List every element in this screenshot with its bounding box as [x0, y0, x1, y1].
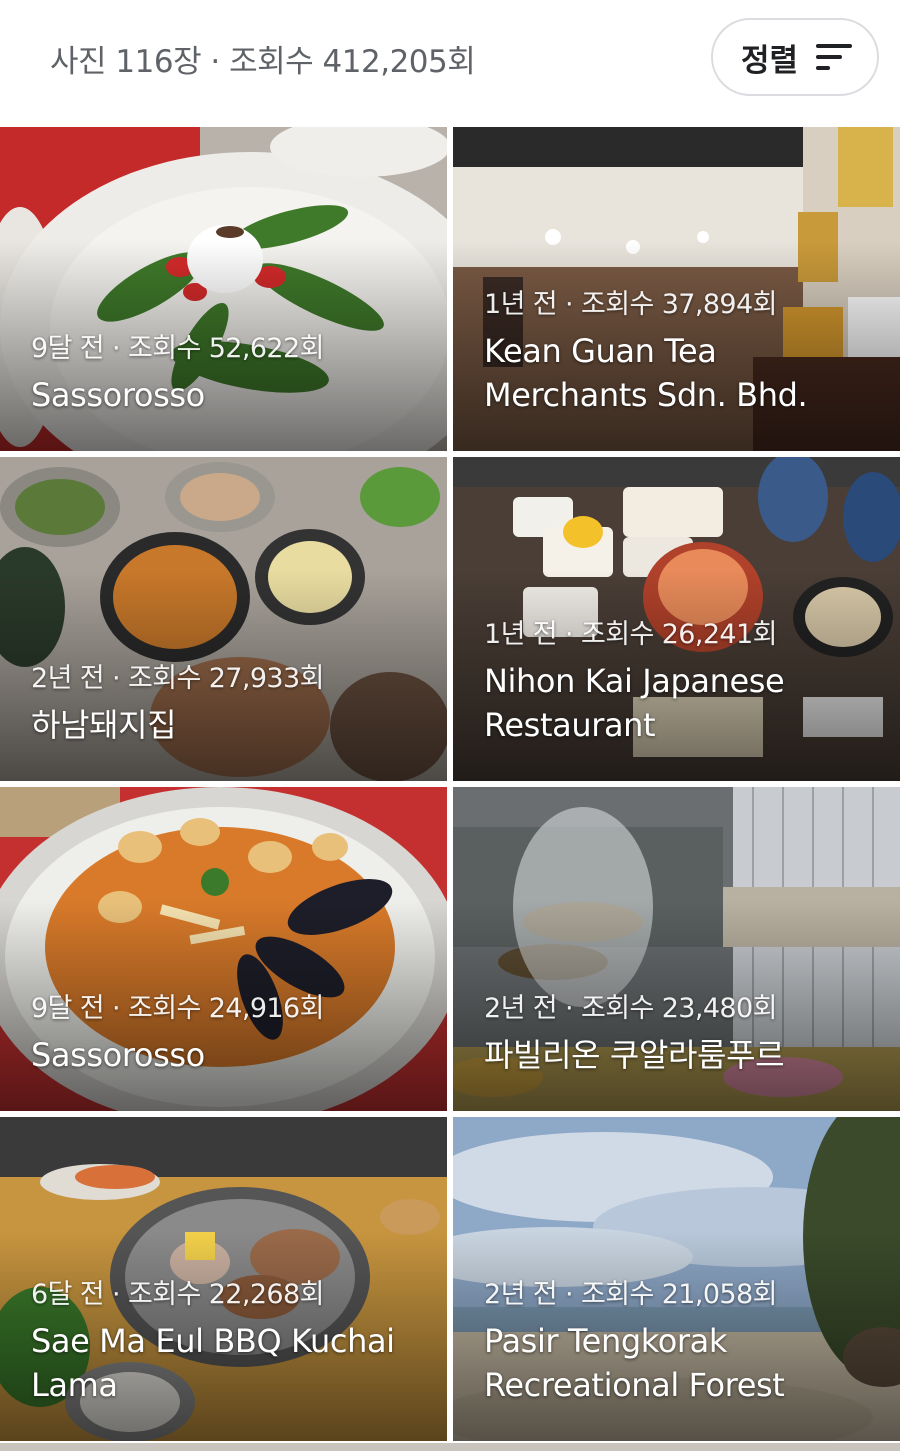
photo-caption: 2년 전 · 조회수 21,058회 Pasir Tengkorak Recre… — [484, 1272, 888, 1407]
photo-caption: 1년 전 · 조회수 37,894회 Kean Guan Tea Merchan… — [484, 282, 888, 417]
photo-caption: 6달 전 · 조회수 22,268회 Sae Ma Eul BBQ Kuchai… — [31, 1272, 435, 1407]
app-header: 사진 116장 · 조회수 412,205회 정렬 — [0, 0, 900, 127]
photo-caption: 2년 전 · 조회수 23,480회 파빌리온 쿠알라룸푸르 — [484, 986, 888, 1077]
next-row-preview — [0, 1443, 900, 1451]
sort-button[interactable]: 정렬 — [711, 18, 879, 96]
photo-meta: 9달 전 · 조회수 52,622회 — [31, 333, 324, 364]
photo-tile[interactable]: 6달 전 · 조회수 22,268회 Sae Ma Eul BBQ Kuchai… — [0, 1117, 447, 1441]
photo-tile[interactable]: 2년 전 · 조회수 21,058회 Pasir Tengkorak Recre… — [453, 1117, 900, 1441]
photo-meta: 6달 전 · 조회수 22,268회 — [31, 1279, 324, 1310]
place-name[interactable]: 하남돼지집 — [31, 703, 435, 747]
photo-summary: 사진 116장 · 조회수 412,205회 — [50, 44, 476, 80]
photo-tile[interactable]: 2년 전 · 조회수 23,480회 파빌리온 쿠알라룸푸르 — [453, 787, 900, 1111]
place-name[interactable]: 파빌리온 쿠알라룸푸르 — [484, 1033, 888, 1077]
place-name[interactable]: Sassorosso — [31, 1033, 435, 1077]
place-name[interactable]: Nihon Kai Japanese Restaurant — [484, 659, 888, 747]
place-name[interactable]: Pasir Tengkorak Recreational Forest — [484, 1319, 888, 1407]
photo-meta: 2년 전 · 조회수 21,058회 — [484, 1279, 777, 1310]
photo-meta: 9달 전 · 조회수 24,916회 — [31, 993, 324, 1024]
photo-tile[interactable]: 9달 전 · 조회수 24,916회 Sassorosso — [0, 787, 447, 1111]
place-name[interactable]: Kean Guan Tea Merchants Sdn. Bhd. — [484, 329, 888, 417]
photo-tile[interactable]: 9달 전 · 조회수 52,622회 Sassorosso — [0, 127, 447, 451]
photo-meta: 1년 전 · 조회수 37,894회 — [484, 289, 777, 320]
photo-caption: 9달 전 · 조회수 52,622회 Sassorosso — [31, 326, 435, 417]
photo-caption: 9달 전 · 조회수 24,916회 Sassorosso — [31, 986, 435, 1077]
photo-tile[interactable]: 1년 전 · 조회수 37,894회 Kean Guan Tea Merchan… — [453, 127, 900, 451]
photo-caption: 1년 전 · 조회수 26,241회 Nihon Kai Japanese Re… — [484, 612, 888, 747]
place-name[interactable]: Sassorosso — [31, 373, 435, 417]
sort-lines-icon — [816, 44, 853, 70]
photo-meta: 2년 전 · 조회수 23,480회 — [484, 993, 777, 1024]
photo-tile[interactable]: 1년 전 · 조회수 26,241회 Nihon Kai Japanese Re… — [453, 457, 900, 781]
photo-meta: 2년 전 · 조회수 27,933회 — [31, 663, 324, 694]
photo-tile[interactable]: 2년 전 · 조회수 27,933회 하남돼지집 — [0, 457, 447, 781]
photo-caption: 2년 전 · 조회수 27,933회 하남돼지집 — [31, 656, 435, 747]
sort-label: 정렬 — [741, 42, 799, 79]
photo-meta: 1년 전 · 조회수 26,241회 — [484, 619, 777, 650]
photo-grid: 9달 전 · 조회수 52,622회 Sassorosso 1년 전 · 조회수… — [0, 127, 900, 1451]
place-name[interactable]: Sae Ma Eul BBQ Kuchai Lama — [31, 1319, 435, 1407]
